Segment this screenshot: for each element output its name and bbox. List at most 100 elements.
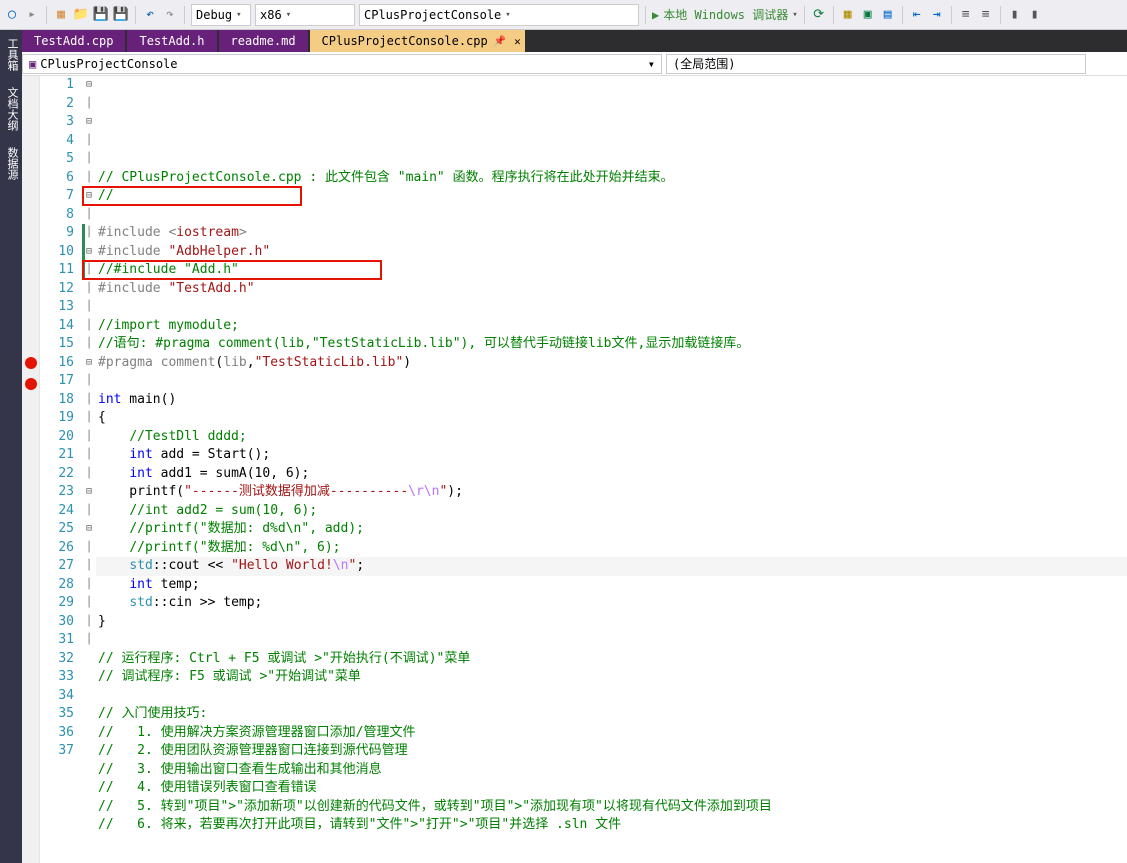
- code-line[interactable]: //TestDll dddd;: [96, 428, 1127, 447]
- fold-marker[interactable]: │: [82, 298, 96, 317]
- tab-testadd-cpp[interactable]: TestAdd.cpp: [22, 30, 125, 52]
- code-line[interactable]: #include "TestAdd.h": [96, 280, 1127, 299]
- fold-marker[interactable]: │: [82, 502, 96, 521]
- code-line[interactable]: //printf("数据加: d%d\n", add);: [96, 520, 1127, 539]
- fold-marker[interactable]: │: [82, 613, 96, 632]
- indent-right-icon[interactable]: ⇥: [929, 7, 945, 23]
- fold-marker[interactable]: │: [82, 428, 96, 447]
- code-line[interactable]: [96, 687, 1127, 706]
- code-line[interactable]: //int add2 = sum(10, 6);: [96, 502, 1127, 521]
- tab-cplusprojectconsole[interactable]: CPlusProjectConsole.cpp📌✕: [310, 30, 525, 52]
- code-line[interactable]: // 5. 转到"项目">"添加新项"以创建新的代码文件，或转到"项目">"添加…: [96, 798, 1127, 817]
- fold-marker[interactable]: │: [82, 465, 96, 484]
- frame-icon[interactable]: ▣: [860, 7, 876, 23]
- code-line[interactable]: // 3. 使用输出窗口查看生成输出和其他消息: [96, 761, 1127, 780]
- code-line[interactable]: }: [96, 613, 1127, 632]
- code-line[interactable]: #include "AdbHelper.h": [96, 243, 1127, 262]
- fold-marker[interactable]: │: [82, 594, 96, 613]
- code-line[interactable]: //语句: #pragma comment(lib,"TestStaticLib…: [96, 335, 1127, 354]
- misc-icon[interactable]: ▤: [880, 7, 896, 23]
- open-icon[interactable]: 📁: [73, 7, 89, 23]
- breakpoint-gutter[interactable]: [22, 76, 40, 863]
- fold-marker[interactable]: │: [82, 317, 96, 336]
- code-line[interactable]: #include <iostream>: [96, 224, 1127, 243]
- close-icon[interactable]: ✕: [514, 35, 521, 48]
- code-line[interactable]: [96, 298, 1127, 317]
- new-item-icon[interactable]: ▦: [53, 7, 69, 23]
- side-tab-datasources[interactable]: 数据源: [0, 139, 22, 188]
- breakpoint-marker[interactable]: [25, 357, 37, 369]
- side-tab-docoutline[interactable]: 文档大纲: [0, 79, 22, 139]
- fold-gutter[interactable]: ⊟│⊟│││⊟││⊟│││││⊟││││││⊟│⊟││││││: [82, 76, 96, 863]
- comment-icon[interactable]: ≡: [958, 7, 974, 23]
- code-line[interactable]: //: [96, 187, 1127, 206]
- fold-marker[interactable]: ⊟: [82, 354, 96, 373]
- breakpoint-marker[interactable]: [25, 378, 37, 390]
- code-line[interactable]: // 2. 使用团队资源管理器窗口连接到源代码管理: [96, 742, 1127, 761]
- startup-select[interactable]: CPlusProjectConsole▾: [359, 4, 639, 26]
- fold-marker[interactable]: ⊟: [82, 76, 96, 95]
- refresh-icon[interactable]: ⟳: [811, 7, 827, 23]
- code-line[interactable]: #pragma comment(lib,"TestStaticLib.lib"): [96, 354, 1127, 373]
- code-line[interactable]: // 6. 将来，若要再次打开此项目，请转到"文件">"打开">"项目"并选择 …: [96, 816, 1127, 835]
- platform-select[interactable]: x86▾: [255, 4, 355, 26]
- bookmark-icon[interactable]: ▮: [1007, 7, 1023, 23]
- code-line[interactable]: //import mymodule;: [96, 317, 1127, 336]
- code-line[interactable]: [96, 631, 1127, 650]
- redo-icon[interactable]: ↷: [162, 7, 178, 23]
- code-line[interactable]: std::cin >> temp;: [96, 594, 1127, 613]
- fold-marker[interactable]: │: [82, 576, 96, 595]
- fold-marker[interactable]: │: [82, 409, 96, 428]
- indent-left-icon[interactable]: ⇤: [909, 7, 925, 23]
- fold-marker[interactable]: │: [82, 335, 96, 354]
- code-line[interactable]: // 调试程序: F5 或调试 >"开始调试"菜单: [96, 668, 1127, 687]
- fold-marker[interactable]: │: [82, 446, 96, 465]
- code-line[interactable]: // 运行程序: Ctrl + F5 或调试 >"开始执行(不调试)"菜单: [96, 650, 1127, 669]
- code-line[interactable]: int add = Start();: [96, 446, 1127, 465]
- code-line[interactable]: [96, 835, 1127, 854]
- step-icon[interactable]: ▦: [840, 7, 856, 23]
- fold-marker[interactable]: ⊟: [82, 113, 96, 132]
- tab-testadd-h[interactable]: TestAdd.h: [127, 30, 216, 52]
- fold-marker[interactable]: │: [82, 539, 96, 558]
- nav-back-icon[interactable]: ◯: [4, 7, 20, 23]
- code-line[interactable]: [96, 206, 1127, 225]
- nav-fwd-icon[interactable]: ▸: [24, 7, 40, 23]
- code-line[interactable]: printf("------测试数据得加减----------\r\n");: [96, 483, 1127, 502]
- fold-marker[interactable]: ⊟: [82, 187, 96, 206]
- code-line[interactable]: //#include "Add.h": [96, 261, 1127, 280]
- fold-marker[interactable]: │: [82, 206, 96, 225]
- code-line[interactable]: // 入门使用技巧:: [96, 705, 1127, 724]
- fold-marker[interactable]: │: [82, 280, 96, 299]
- fold-marker[interactable]: │: [82, 631, 96, 650]
- fold-marker[interactable]: ⊟: [82, 520, 96, 539]
- fold-marker[interactable]: │: [82, 95, 96, 114]
- code-line[interactable]: //printf("数据加: %d\n", 6);: [96, 539, 1127, 558]
- fold-marker[interactable]: │: [82, 150, 96, 169]
- code-editor[interactable]: 1234567891011121314151617181920212223242…: [22, 76, 1127, 863]
- code-content[interactable]: // CPlusProjectConsole.cpp : 此文件包含 "main…: [96, 76, 1127, 863]
- crumb-scope-select[interactable]: (全局范围): [666, 54, 1086, 74]
- code-line[interactable]: [96, 372, 1127, 391]
- code-line[interactable]: int add1 = sumA(10, 6);: [96, 465, 1127, 484]
- save-icon[interactable]: 💾: [93, 7, 109, 23]
- config-select[interactable]: Debug▾: [191, 4, 251, 26]
- bookmark-next-icon[interactable]: ▮: [1027, 7, 1043, 23]
- code-line[interactable]: std::cout << "Hello World!\n";: [96, 557, 1127, 576]
- undo-icon[interactable]: ↶: [142, 7, 158, 23]
- code-line[interactable]: int main(): [96, 391, 1127, 410]
- fold-marker[interactable]: │: [82, 372, 96, 391]
- tab-readme[interactable]: readme.md: [219, 30, 308, 52]
- run-button[interactable]: ▶本地 Windows 调试器▾: [652, 6, 798, 23]
- code-line[interactable]: int temp;: [96, 576, 1127, 595]
- save-all-icon[interactable]: 💾: [113, 7, 129, 23]
- fold-marker[interactable]: │: [82, 557, 96, 576]
- code-line[interactable]: // 1. 使用解决方案资源管理器窗口添加/管理文件: [96, 724, 1127, 743]
- code-line[interactable]: // 4. 使用错误列表窗口查看错误: [96, 779, 1127, 798]
- fold-marker[interactable]: │: [82, 391, 96, 410]
- fold-marker[interactable]: │: [82, 132, 96, 151]
- code-line[interactable]: // CPlusProjectConsole.cpp : 此文件包含 "main…: [96, 169, 1127, 188]
- side-tab-toolbox[interactable]: 工具箱: [0, 30, 22, 79]
- fold-marker[interactable]: ⊟: [82, 483, 96, 502]
- uncomment-icon[interactable]: ≡: [978, 7, 994, 23]
